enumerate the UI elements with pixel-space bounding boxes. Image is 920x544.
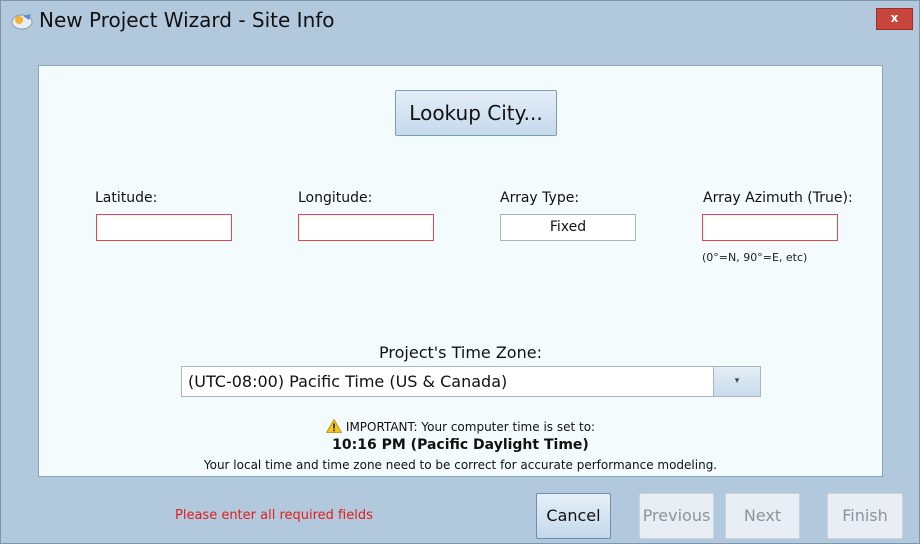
timezone-dropdown[interactable]: (UTC-08:00) Pacific Time (US & Canada) ▾ [181,366,761,397]
array-type-label: Array Type: [500,190,580,206]
array-azimuth-input[interactable] [702,214,838,241]
important-text: IMPORTANT: Your computer time is set to: [345,420,596,434]
latitude-input[interactable] [96,214,232,241]
timezone-note: Your local time and time zone need to be… [203,458,718,472]
array-type-field[interactable]: Fixed [500,214,636,241]
app-icon [11,14,33,30]
latitude-label: Latitude: [95,190,158,206]
lookup-city-button[interactable]: Lookup City... [395,90,557,136]
title-bar: New Project Wizard - Site Info x [1,1,919,39]
chevron-down-icon[interactable]: ▾ [713,367,760,396]
close-button[interactable]: x [876,8,913,30]
close-icon: x [890,11,899,25]
wizard-window: New Project Wizard - Site Info x Lookup … [0,0,920,544]
timezone-label: Project's Time Zone: [379,343,542,362]
longitude-input[interactable] [298,214,434,241]
longitude-label: Longitude: [298,190,373,206]
previous-button[interactable]: Previous [639,493,714,539]
site-info-panel: Lookup City... Latitude: Longitude: Arra… [38,65,883,477]
required-fields-error: Please enter all required fields [175,508,373,523]
array-azimuth-label: Array Azimuth (True): [703,190,853,206]
timezone-selected-value: (UTC-08:00) Pacific Time (US & Canada) [188,372,508,391]
finish-button[interactable]: Finish [827,493,903,539]
window-title: New Project Wizard - Site Info [39,8,335,32]
cancel-button[interactable]: Cancel [536,493,611,539]
azimuth-hint: (0°=N, 90°=E, etc) [702,251,808,264]
warning-icon [325,419,342,433]
computer-time: 10:16 PM (Pacific Daylight Time) [332,437,589,453]
next-button[interactable]: Next [725,493,800,539]
important-notice: IMPORTANT: Your computer time is set to: [39,419,882,434]
